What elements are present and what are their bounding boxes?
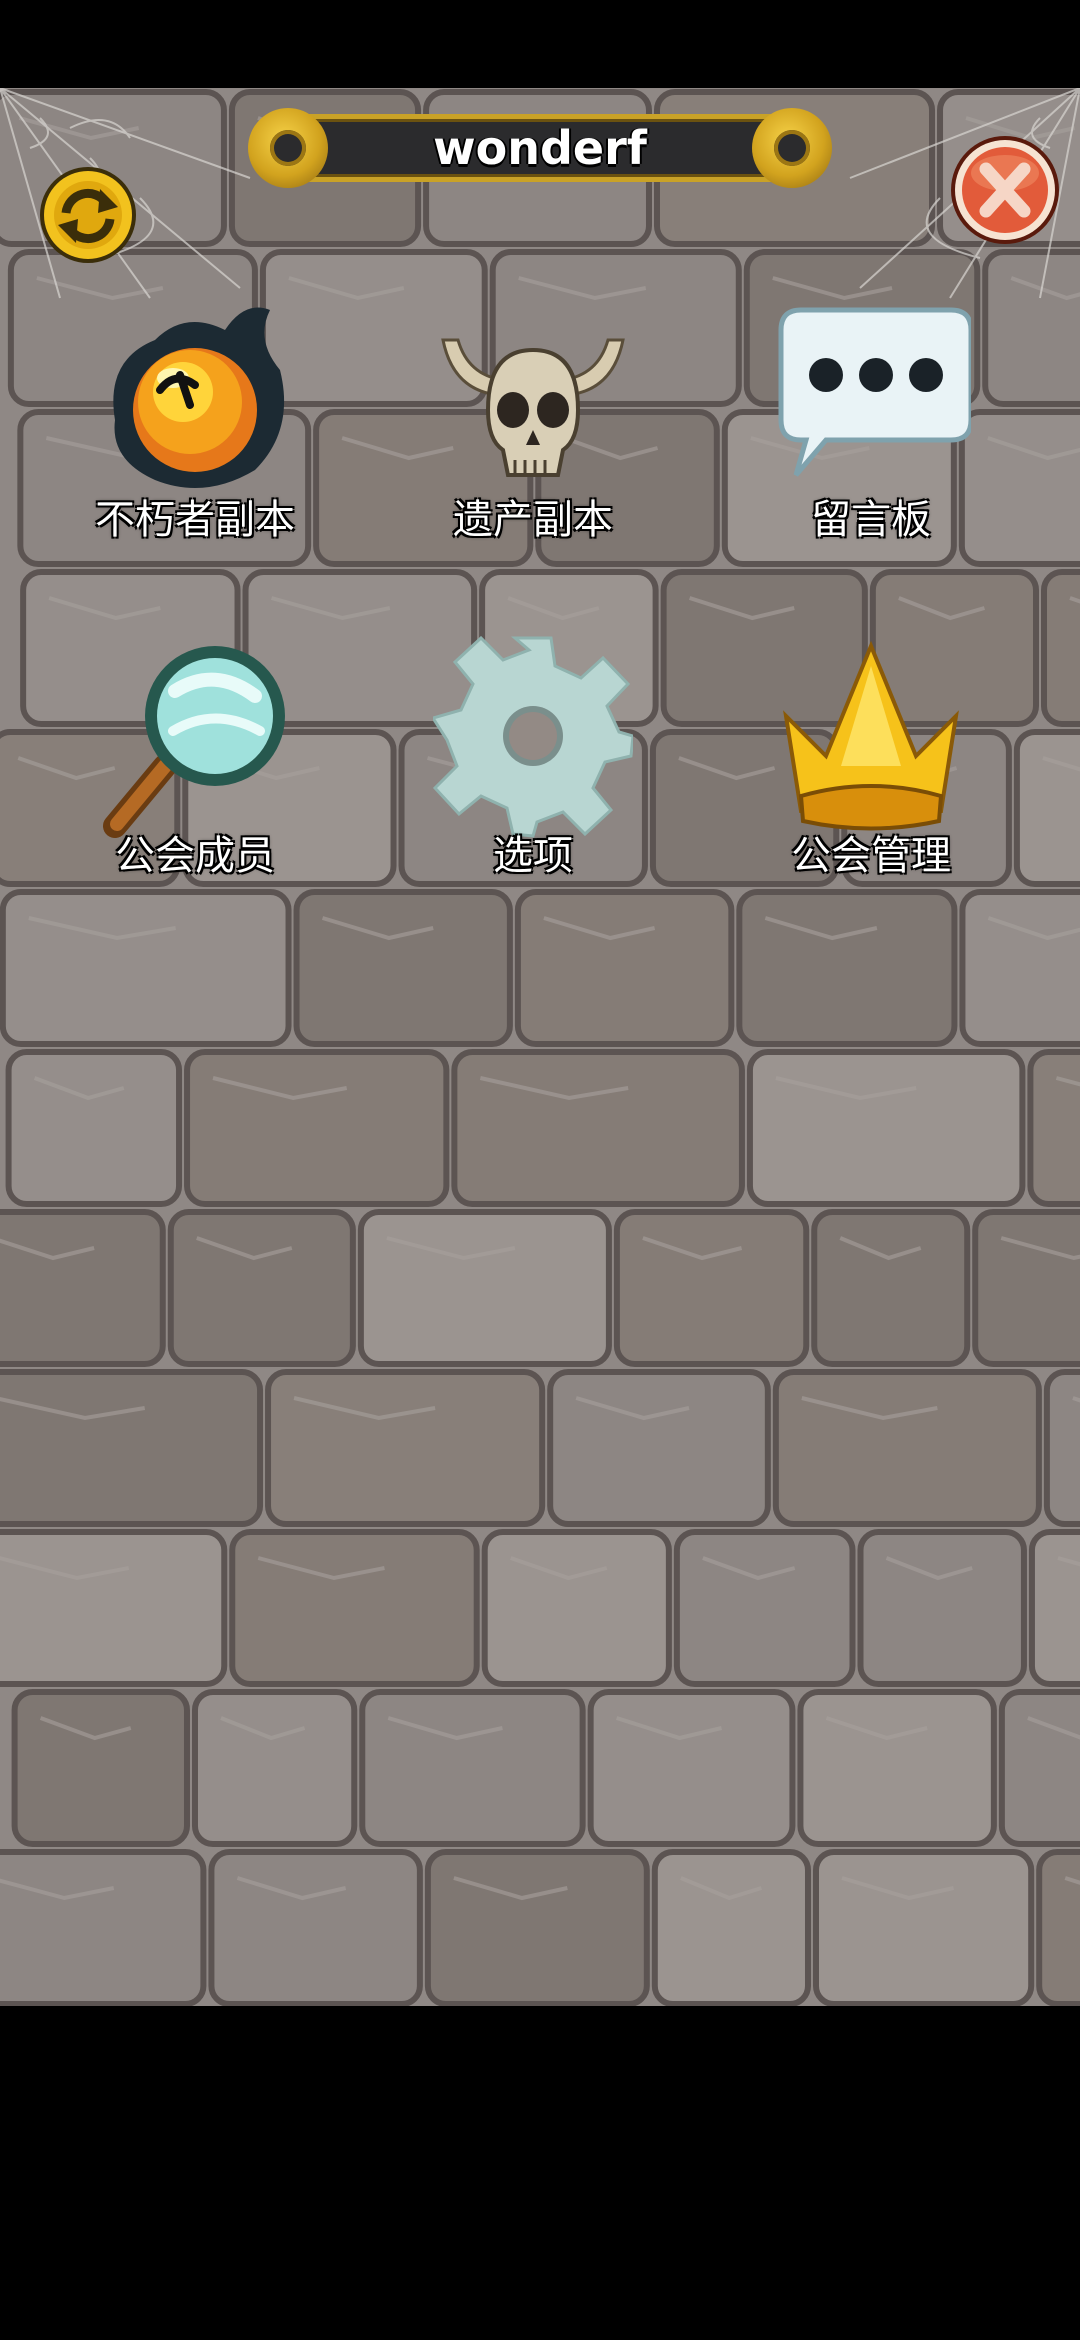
guild-management-button[interactable]: 公会管理	[731, 636, 1011, 916]
guild-members-button[interactable]: 公会成员	[55, 636, 335, 916]
wall-stone	[1041, 569, 1080, 727]
dark-orb-icon	[113, 307, 285, 488]
wall-stone	[547, 1369, 771, 1527]
guild-name-banner: wonderf	[248, 108, 832, 188]
wall-stone	[0, 1209, 166, 1367]
speech-bubble-icon	[778, 307, 971, 477]
wall-stone	[746, 1049, 1026, 1207]
close-x-icon	[951, 136, 1059, 244]
wall-stone	[167, 1209, 356, 1367]
wall-stone	[1027, 1049, 1080, 1207]
game-screen: wonderf 不朽者副本 遗产副本 留言板 公会成员 选项 公会管理	[0, 88, 1080, 2006]
wall-stone	[229, 1529, 480, 1687]
crown-icon	[783, 640, 959, 831]
legacy-dungeon-button[interactable]: 遗产副本	[393, 300, 673, 580]
gear-icon	[433, 636, 633, 838]
wall-stone	[613, 1209, 810, 1367]
refresh-button[interactable]	[36, 163, 140, 267]
wall-stone	[811, 1209, 971, 1367]
wall-stone	[11, 1689, 190, 1847]
wall-stone	[1036, 1849, 1080, 2006]
wall-stone	[1013, 729, 1080, 887]
wall-stone	[673, 1529, 856, 1687]
wall-stone	[857, 1529, 1027, 1687]
wall-stone	[772, 1369, 1042, 1527]
refresh-icon	[40, 167, 136, 263]
message-board-button[interactable]: 留言板	[731, 300, 1011, 580]
wall-stone	[998, 1689, 1080, 1847]
wall-stone	[1043, 1369, 1080, 1527]
wall-stone	[5, 1049, 183, 1207]
wall-stone	[651, 1849, 811, 2006]
wall-stone	[191, 1689, 358, 1847]
horned-skull-icon	[441, 338, 625, 477]
wall-stone	[587, 1689, 796, 1847]
wall-stone	[813, 1849, 1035, 2006]
immortal-dungeon-label: 不朽者副本	[95, 497, 295, 543]
wall-stone	[208, 1849, 423, 2006]
magnifier-icon	[103, 646, 285, 838]
wall-stone	[451, 1049, 745, 1207]
options-label: 选项	[493, 833, 573, 879]
wall-stone	[0, 1529, 228, 1687]
wall-stone	[184, 1049, 450, 1207]
wall-stone	[797, 1689, 997, 1847]
guild-management-label: 公会管理	[791, 833, 951, 879]
options-button[interactable]: 选项	[393, 636, 673, 916]
guild-members-label: 公会成员	[115, 833, 275, 879]
legacy-dungeon-label: 遗产副本	[453, 497, 613, 543]
immortal-dungeon-button[interactable]: 不朽者副本	[55, 300, 335, 580]
wall-stone	[0, 1369, 264, 1527]
wall-stone	[1028, 1529, 1080, 1687]
wall-stone	[357, 1209, 612, 1367]
wall-stone	[265, 1369, 546, 1527]
guild-name: wonderf	[433, 121, 647, 175]
wall-stone	[359, 1689, 586, 1847]
wall-stone	[0, 1849, 207, 2006]
message-board-label: 留言板	[811, 497, 931, 543]
wall-stone	[424, 1849, 650, 2006]
wall-stone	[481, 1529, 672, 1687]
close-button[interactable]	[948, 133, 1062, 247]
wall-stone	[972, 1209, 1080, 1367]
